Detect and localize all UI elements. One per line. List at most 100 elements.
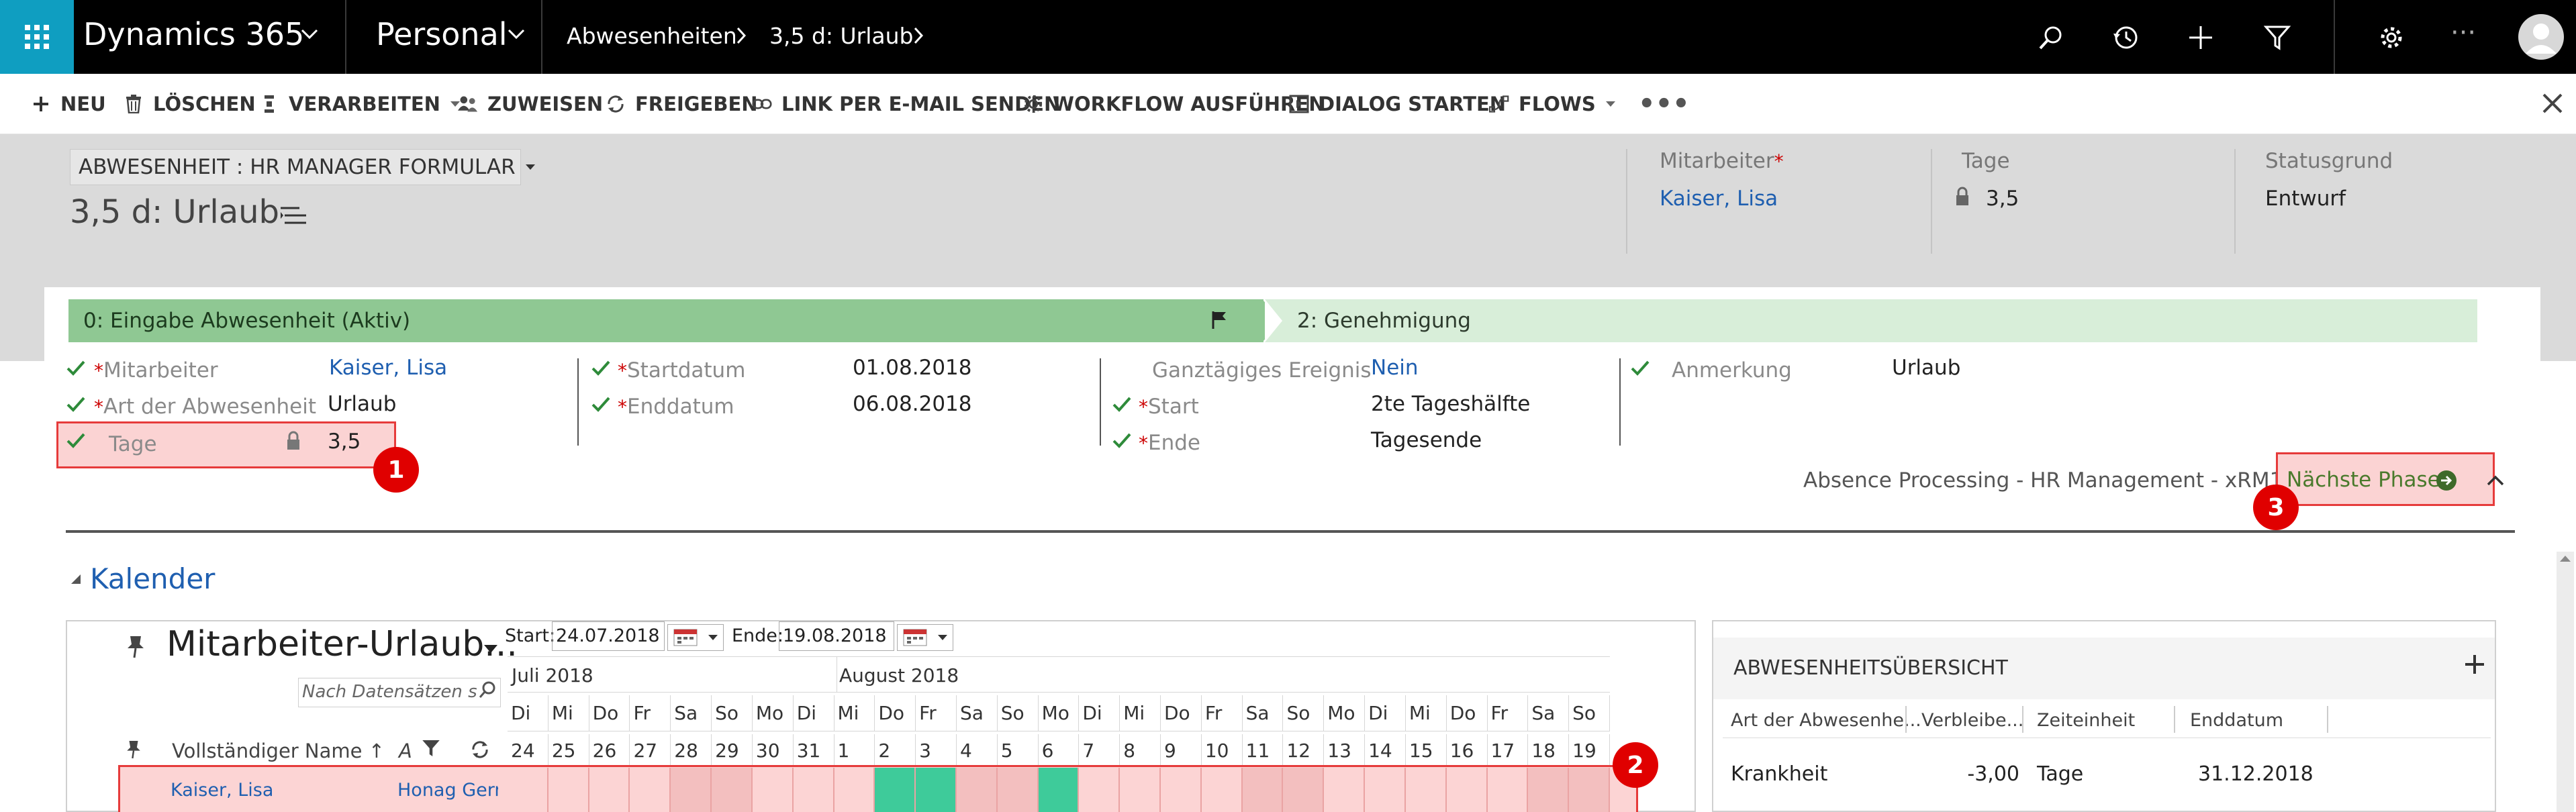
calendar-day-cell[interactable]: [834, 768, 875, 812]
chevron-right-icon[interactable]: [913, 27, 924, 44]
waffle-icon[interactable]: [0, 0, 74, 74]
field-label-days: Tage: [109, 432, 157, 456]
row-employee-link[interactable]: Kaiser, Lisa: [171, 780, 273, 801]
overview-row-type[interactable]: Krankheit: [1731, 762, 1827, 786]
new-button[interactable]: NEU: [31, 74, 106, 134]
calendar-day-cell[interactable]: [956, 768, 998, 812]
calendar-day-cell[interactable]: [671, 768, 712, 812]
calendar-day-cell[interactable]: [1201, 768, 1243, 812]
weekday-header-cell: Mo: [1324, 695, 1366, 731]
process-stage-active-label: 0: Eingabe Abwesenheit (Aktiv): [83, 309, 411, 333]
history-icon[interactable]: [2112, 24, 2139, 51]
field-label-note: Anmerkung: [1672, 358, 1792, 383]
calendar-day-cell[interactable]: [1283, 768, 1325, 812]
share-button[interactable]: FREIGEBEN: [606, 74, 758, 134]
close-icon[interactable]: [2542, 93, 2563, 114]
absence-day-cell[interactable]: [916, 768, 957, 812]
section-title-calendar[interactable]: Kalender: [90, 562, 215, 595]
dialog-icon: [1289, 94, 1309, 114]
month-header-row: [508, 656, 1610, 693]
collapse-icon[interactable]: [2487, 475, 2504, 486]
field-start-value[interactable]: 2te Tageshälfte: [1371, 392, 1530, 416]
scroll-up-icon[interactable]: [2559, 554, 2571, 562]
calendar-day-cell[interactable]: [630, 768, 671, 812]
calendar-day-cell[interactable]: [1242, 768, 1284, 812]
pin-icon[interactable]: [125, 740, 142, 760]
flows-button[interactable]: FLOWS: [1489, 74, 1616, 134]
calendar-day-cell[interactable]: [793, 768, 834, 812]
calendar-day-cell[interactable]: [1120, 768, 1161, 812]
view-title[interactable]: Mitarbeiter-Urlaub...: [166, 624, 518, 664]
delete-button[interactable]: LÖSCHEN: [124, 74, 256, 134]
avatar-icon[interactable]: [2518, 13, 2565, 60]
calendar-day-cell[interactable]: [1324, 768, 1366, 812]
run-workflow-button[interactable]: WORKFLOW AUSFÜHREN: [1023, 74, 1325, 134]
collapse-section-icon[interactable]: [70, 573, 82, 585]
filter-icon[interactable]: [2264, 24, 2291, 51]
record-menu-icon[interactable]: [279, 205, 307, 227]
email-link-button[interactable]: LINK PER E-MAIL SENDEN: [752, 74, 1060, 134]
calendar-day-cell[interactable]: [1446, 768, 1488, 812]
calendar-day-cell[interactable]: [1569, 768, 1610, 812]
area-name[interactable]: Personal: [376, 16, 508, 52]
calendar-day-cell[interactable]: [548, 768, 589, 812]
pin-icon[interactable]: [125, 635, 146, 659]
add-icon[interactable]: [2464, 654, 2485, 675]
weekday-header-cell: Fr: [1488, 695, 1529, 731]
column-header-fullname[interactable]: Vollständiger Name ↑: [172, 740, 385, 762]
calendar-day-cell[interactable]: [1528, 768, 1570, 812]
process-button[interactable]: VERARBEITEN: [259, 74, 461, 134]
overview-col-remaining[interactable]: Verbleibe...: [1921, 710, 2023, 731]
overview-col-type[interactable]: Art der Abwesenhe...: [1731, 710, 1921, 731]
start-dialog-button[interactable]: DIALOG STARTEN: [1289, 74, 1506, 134]
breadcrumb-item-record[interactable]: 3,5 d: Urlaub: [769, 23, 914, 49]
chevron-down-icon[interactable]: [301, 28, 318, 40]
calendar-day-cell[interactable]: [589, 768, 630, 812]
gear-icon[interactable]: [2378, 24, 2405, 51]
field-employee-link[interactable]: Kaiser, Lisa: [329, 356, 447, 380]
assign-button[interactable]: ZUWEISEN: [458, 74, 603, 134]
more-commands-icon[interactable]: •••: [1638, 74, 1690, 134]
app-name[interactable]: Dynamics 365: [83, 16, 304, 52]
overview-col-enddate[interactable]: Enddatum: [2190, 710, 2283, 731]
vertical-scrollbar[interactable]: [2557, 552, 2574, 812]
calendar-day-cell[interactable]: [1405, 768, 1447, 812]
absence-day-cell[interactable]: [875, 768, 916, 812]
start-date-picker-button[interactable]: [667, 624, 724, 651]
calendar-day-cell[interactable]: [1079, 768, 1120, 812]
field-all-day-value[interactable]: Nein: [1371, 356, 1419, 380]
calendar-day-cell[interactable]: [1487, 768, 1529, 812]
form-selector[interactable]: ABWESENHEIT : HR MANAGER FORMULAR: [70, 149, 535, 185]
weekday-header-cell: Mi: [1406, 695, 1447, 731]
breadcrumb-item-abwesenheiten[interactable]: Abwesenheiten: [567, 23, 737, 49]
calendar-day-cell[interactable]: [1365, 768, 1406, 812]
column-header-abbr[interactable]: A: [399, 740, 412, 762]
absence-day-cell[interactable]: [1038, 768, 1080, 812]
absence-cell-row: [508, 768, 1610, 812]
share-button-label: FREIGEBEN: [635, 93, 758, 115]
search-icon[interactable]: [2037, 24, 2064, 51]
field-start-date-value[interactable]: 01.08.2018: [853, 356, 972, 380]
refresh-icon[interactable]: [470, 740, 490, 760]
calendar-day-cell[interactable]: [712, 768, 753, 812]
header-field-employee-link[interactable]: Kaiser, Lisa: [1660, 187, 1778, 211]
end-date-picker-button[interactable]: [897, 624, 953, 651]
field-absence-type-value[interactable]: Urlaub: [328, 392, 396, 416]
field-end-value[interactable]: Tagesende: [1371, 428, 1482, 452]
search-input[interactable]: Nach Datensätzen suchen: [302, 682, 477, 702]
calendar-day-cell[interactable]: [752, 768, 794, 812]
filter-icon[interactable]: [420, 738, 442, 758]
overview-col-unit[interactable]: Zeiteinheit: [2037, 710, 2135, 731]
more-icon[interactable]: ···: [2450, 17, 2476, 48]
view-selector-caret-icon[interactable]: [483, 644, 498, 654]
field-note-value[interactable]: Urlaub: [1892, 356, 1960, 380]
calendar-day-cell[interactable]: [997, 768, 1039, 812]
weekday-header-cell: Mi: [1120, 695, 1161, 731]
calendar-day-cell[interactable]: [508, 768, 548, 812]
search-icon[interactable]: [478, 680, 497, 699]
row-company-link[interactable]: Honag Germ: [397, 780, 498, 801]
chevron-down-icon[interactable]: [508, 28, 525, 40]
field-end-date-value[interactable]: 06.08.2018: [853, 392, 972, 416]
plus-icon[interactable]: [2187, 24, 2214, 51]
calendar-day-cell[interactable]: [1161, 768, 1202, 812]
